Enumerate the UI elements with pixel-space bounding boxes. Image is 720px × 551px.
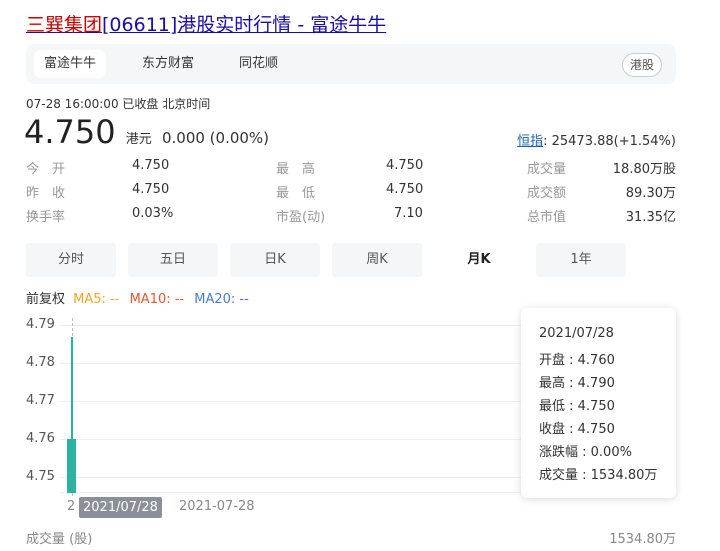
stat-label: 最 高 <box>276 162 316 177</box>
candle-body <box>67 439 76 493</box>
y-tick: 4.78 <box>26 355 55 370</box>
ma5-label: MA5: -- <box>73 292 120 307</box>
stat-label: 今 开 <box>26 162 66 177</box>
tooltip-close: 收盘 : 4.750 <box>539 422 615 437</box>
x-label-left: 2 <box>67 499 76 514</box>
tab-intraday[interactable]: 分时 <box>26 243 116 277</box>
title-rest[interactable]: [06611]港股实时行情 - 富途牛牛 <box>102 14 386 36</box>
tooltip-change: 涨跌幅 : 0.00% <box>539 445 632 460</box>
tooltip-open: 开盘 : 4.760 <box>539 353 615 368</box>
tab-one-year[interactable]: 1年 <box>536 243 626 277</box>
tab-daily-k[interactable]: 日K <box>230 243 320 277</box>
y-tick: 4.79 <box>26 317 55 332</box>
stat-value: 7.10 <box>394 206 423 221</box>
company-name[interactable]: 三巽集团 <box>26 14 102 36</box>
stat-label: 成交量 <box>527 162 567 177</box>
volume-value: 1534.80万 <box>609 532 676 547</box>
stat-label: 总市值 <box>527 210 567 225</box>
status-line: 07-28 16:00:00 已收盘 北京时间 <box>26 95 210 112</box>
stat-label: 换手率 <box>26 210 66 225</box>
stat-value: 0.03% <box>132 206 174 221</box>
stat-value: 4.750 <box>132 158 170 173</box>
status-time: 07-28 16:00:00 <box>26 97 119 111</box>
candle-tooltip: 2021/07/28 开盘 : 4.760 最高 : 4.790 最低 : 4.… <box>521 308 676 498</box>
y-tick: 4.77 <box>26 393 55 408</box>
tooltip-high: 最高 : 4.790 <box>539 376 615 391</box>
volume-label: 成交量 (股) <box>26 532 93 547</box>
stat-value: 89.30万 <box>625 186 676 201</box>
tab-five-day[interactable]: 五日 <box>128 243 218 277</box>
market-badge: 港股 <box>621 53 662 77</box>
y-tick: 4.76 <box>26 431 55 446</box>
tab-tonghuashun[interactable]: 同花顺 <box>229 50 288 78</box>
stat-value: 31.35亿 <box>625 210 676 225</box>
source-tab-bar: 富途牛牛 东方财富 同花顺 港股 <box>26 44 676 84</box>
page-title[interactable]: 三巽集团[06611]港股实时行情 - 富途牛牛 <box>26 10 386 37</box>
stat-label: 成交额 <box>527 186 567 201</box>
stat-label: 最 低 <box>276 186 316 201</box>
index-quote: 恒指: 25473.88(+1.54%) <box>517 130 676 149</box>
price-change: 0.000 (0.00%) <box>161 129 270 147</box>
price-unit: 港元 <box>125 132 152 147</box>
stat-value: 4.750 <box>132 182 170 197</box>
price-block: 4.750 港元 0.000 (0.00%) <box>24 112 269 160</box>
x-highlight-label: 2021/07/28 <box>79 497 162 518</box>
stat-label: 昨 收 <box>26 186 66 201</box>
ma20-label: MA20: -- <box>194 292 249 307</box>
x-date-label: 2021-07-28 <box>179 499 255 514</box>
ma10-label: MA10: -- <box>129 292 185 307</box>
ma-legend: 前复权 MA5: -- MA10: -- MA20: -- <box>26 288 249 307</box>
tooltip-volume: 成交量 : 1534.80万 <box>539 468 658 483</box>
adjust-label[interactable]: 前复权 <box>26 292 65 307</box>
tab-futu[interactable]: 富途牛牛 <box>34 50 107 78</box>
tab-monthly-k[interactable]: 月K <box>434 243 524 277</box>
status-zone: 北京时间 <box>162 97 211 111</box>
stat-value: 4.750 <box>386 182 424 197</box>
stat-value: 18.80万股 <box>612 162 676 177</box>
tab-eastmoney[interactable]: 东方财富 <box>132 50 204 78</box>
current-price: 4.750 <box>24 113 116 151</box>
status-state: 已收盘 <box>122 97 159 111</box>
tooltip-date: 2021/07/28 <box>539 326 614 341</box>
index-value: : 25473.88(+1.54%) <box>543 134 676 149</box>
stat-label: 市盈(动) <box>276 210 326 225</box>
index-link[interactable]: 恒指 <box>517 134 543 149</box>
y-tick: 4.75 <box>26 469 55 484</box>
tooltip-low: 最低 : 4.750 <box>539 399 615 414</box>
stat-value: 4.750 <box>386 158 424 173</box>
tab-weekly-k[interactable]: 周K <box>332 243 422 277</box>
